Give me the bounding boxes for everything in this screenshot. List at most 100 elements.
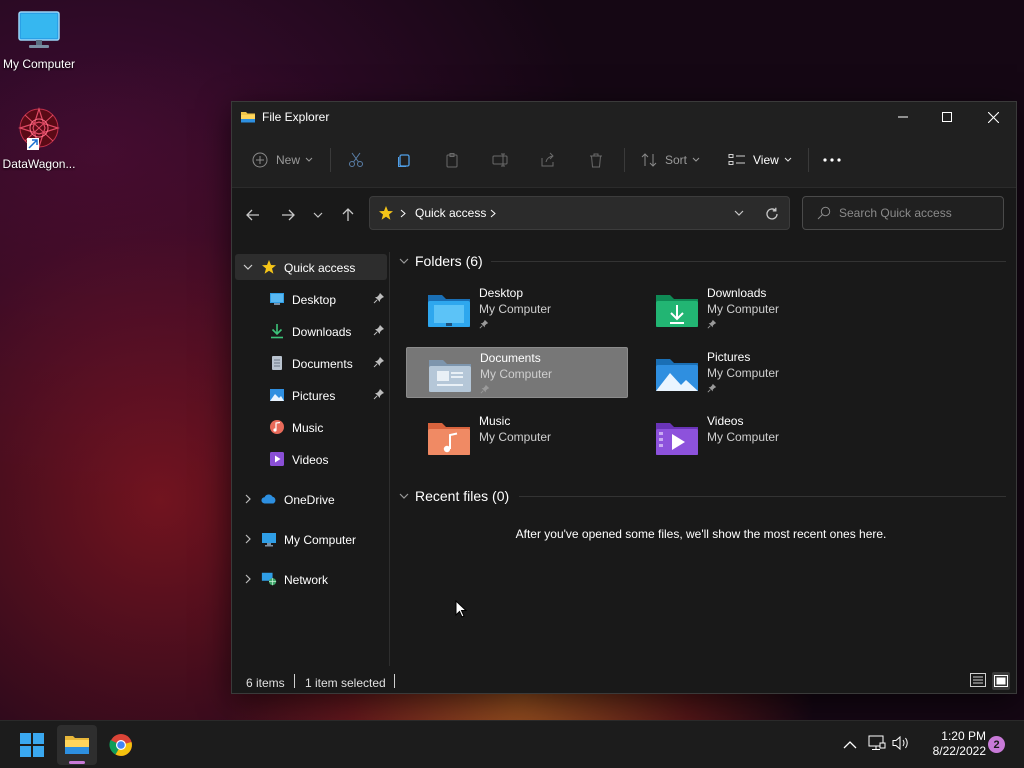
- folders-section-title: Folders (6): [415, 253, 483, 269]
- taskbar-file-explorer-button[interactable]: [57, 725, 97, 765]
- folder-tile-desktop[interactable]: Desktop My Computer: [406, 283, 628, 334]
- mouse-cursor-icon: [455, 600, 467, 618]
- folder-tile-documents[interactable]: Documents My Computer: [406, 347, 628, 398]
- folder-location: My Computer: [707, 430, 780, 444]
- details-view-icon: [970, 673, 986, 687]
- sidebar-item-my-computer[interactable]: My Computer: [235, 526, 387, 552]
- toolbar-separator: [808, 148, 809, 172]
- share-icon: [541, 152, 554, 167]
- tiles-view-icon: [994, 675, 1008, 687]
- pin-icon: [373, 325, 384, 336]
- sidebar-item-label: Quick access: [284, 261, 356, 275]
- back-button[interactable]: [239, 202, 267, 228]
- sidebar-item-label: Music: [292, 421, 324, 435]
- forward-button[interactable]: [274, 202, 302, 228]
- desktop-icon-label: DataWagon...: [2, 157, 76, 171]
- up-button[interactable]: [334, 202, 362, 228]
- taskbar: 1:20 PM 8/22/2022 2: [0, 720, 1024, 768]
- rename-button[interactable]: [492, 146, 512, 174]
- folder-location: My Computer: [707, 366, 780, 380]
- navigation-pane: Quick access Desktop Downloads Documents: [232, 252, 390, 666]
- status-bar: 6 items 1 item selected: [232, 668, 1016, 694]
- pin-icon: [707, 383, 717, 393]
- document-icon: [269, 355, 285, 371]
- title-bar[interactable]: File Explorer: [232, 102, 1016, 132]
- chevron-down-icon[interactable]: [734, 210, 744, 217]
- desktop-icon-my-computer[interactable]: My Computer: [0, 10, 78, 71]
- folder-tile-pictures[interactable]: Pictures My Computer: [634, 347, 856, 398]
- taskbar-chrome-button[interactable]: [101, 725, 141, 765]
- volume-button[interactable]: [892, 735, 912, 755]
- folder-tile-music[interactable]: Music My Computer: [406, 411, 628, 462]
- view-button[interactable]: View: [728, 146, 794, 174]
- sort-button[interactable]: Sort: [640, 146, 704, 174]
- command-bar: New Sort View: [232, 132, 1016, 188]
- ellipsis-icon: [823, 158, 841, 162]
- sidebar-item-network[interactable]: Network: [235, 566, 387, 592]
- pictures-folder-icon: [656, 359, 698, 391]
- start-button[interactable]: [12, 725, 52, 765]
- sidebar-item-pictures[interactable]: Pictures: [235, 382, 387, 408]
- sidebar-item-downloads[interactable]: Downloads: [235, 318, 387, 344]
- maximize-button[interactable]: [924, 102, 970, 132]
- see-more-button[interactable]: [823, 146, 843, 174]
- folder-icon: [241, 112, 255, 123]
- plus-circle-icon: [252, 152, 268, 168]
- refresh-icon[interactable]: [765, 207, 779, 221]
- notification-count: 2: [993, 738, 1000, 751]
- folder-location: My Computer: [479, 430, 552, 444]
- sidebar-item-label: Downloads: [292, 325, 352, 339]
- search-input[interactable]: [839, 206, 999, 220]
- minimize-button[interactable]: [880, 102, 926, 132]
- sidebar-item-desktop[interactable]: Desktop: [235, 286, 387, 312]
- folder-tile-downloads[interactable]: Downloads My Computer: [634, 283, 856, 334]
- sidebar-item-videos[interactable]: Videos: [235, 446, 387, 472]
- recent-locations-button[interactable]: [304, 202, 332, 228]
- download-arrow-icon: [269, 323, 285, 339]
- folder-name: Desktop: [479, 286, 524, 300]
- arrow-up-icon: [342, 208, 354, 221]
- details-view-button[interactable]: [970, 673, 988, 689]
- sidebar-item-documents[interactable]: Documents: [235, 350, 387, 376]
- arrow-left-icon: [246, 209, 259, 221]
- share-button[interactable]: [540, 146, 560, 174]
- chevron-down-icon: [399, 258, 409, 264]
- clock[interactable]: 1:20 PM 8/22/2022: [916, 729, 986, 759]
- recent-files-empty-message: After you've opened some files, we'll sh…: [515, 527, 887, 541]
- minimize-icon: [898, 116, 908, 118]
- show-hidden-icons-button[interactable]: [840, 735, 860, 755]
- recent-files-section-header[interactable]: Recent files (0): [399, 485, 509, 507]
- cut-button[interactable]: [348, 146, 368, 174]
- copy-button[interactable]: [396, 146, 416, 174]
- paste-button[interactable]: [444, 146, 464, 174]
- sidebar-item-quick-access[interactable]: Quick access: [235, 254, 387, 280]
- delete-button[interactable]: [588, 146, 608, 174]
- folder-tile-videos[interactable]: Videos My Computer: [634, 411, 856, 462]
- search-icon: [817, 206, 831, 220]
- sidebar-item-onedrive[interactable]: OneDrive: [235, 486, 387, 512]
- desktop-icon-label: My Computer: [2, 57, 76, 71]
- trash-icon: [590, 153, 602, 168]
- sidebar-item-label: OneDrive: [284, 493, 335, 507]
- network-status-button[interactable]: [868, 735, 888, 755]
- search-box[interactable]: [802, 196, 1004, 230]
- address-location[interactable]: Quick access: [415, 206, 486, 220]
- section-divider: [491, 261, 1006, 262]
- main-content: Folders (6) Desktop My Computer Download…: [391, 240, 1016, 666]
- folder-location: My Computer: [707, 302, 780, 316]
- clock-date: 8/22/2022: [932, 744, 986, 758]
- close-button[interactable]: [970, 102, 1016, 132]
- downloads-folder-icon: [656, 295, 698, 327]
- sort-button-label: Sort: [665, 153, 688, 167]
- new-button-label: New: [276, 153, 301, 167]
- star-icon: [379, 206, 393, 220]
- folders-section-header[interactable]: Folders (6): [399, 250, 483, 272]
- address-bar[interactable]: Quick access: [369, 196, 790, 230]
- sidebar-item-music[interactable]: Music: [235, 414, 387, 440]
- tiles-view-button[interactable]: [992, 672, 1010, 690]
- desktop-folder-icon: [269, 291, 285, 307]
- chevron-right-icon: [400, 209, 406, 218]
- desktop-icon-datawagon[interactable]: DataWagon...: [0, 106, 78, 171]
- notification-badge[interactable]: 2: [988, 736, 1005, 753]
- new-button[interactable]: New: [252, 146, 316, 174]
